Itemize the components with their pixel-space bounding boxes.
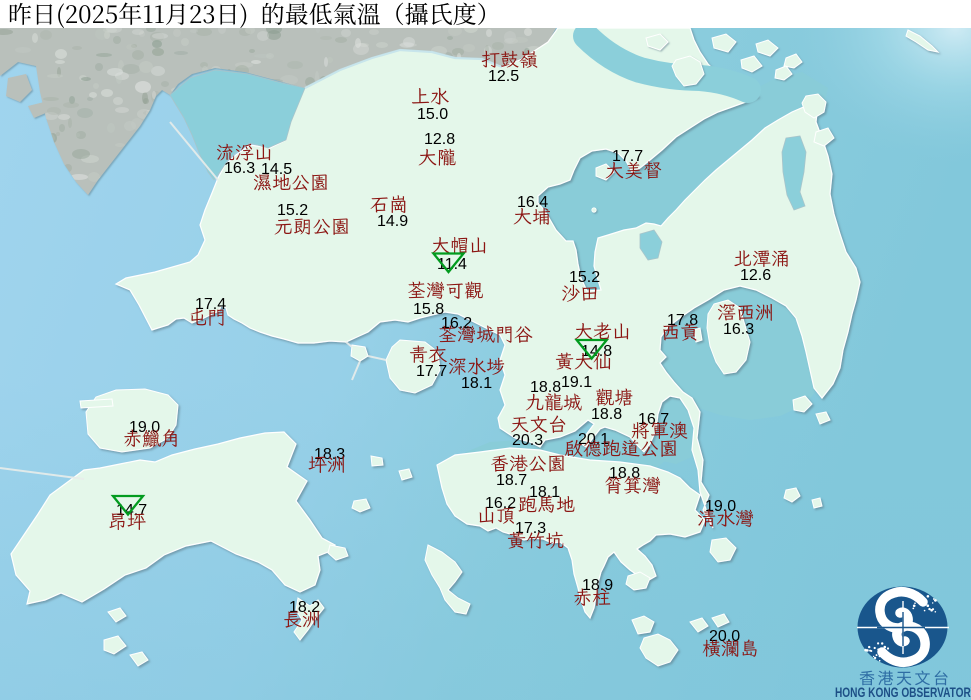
svg-text:15.2: 15.2 <box>277 202 308 219</box>
svg-text:18.1: 18.1 <box>461 375 492 392</box>
svg-text:19.0: 19.0 <box>705 498 736 515</box>
svg-text:16.3: 16.3 <box>723 321 754 338</box>
svg-text:17.7: 17.7 <box>612 148 643 165</box>
svg-text:19.1: 19.1 <box>561 374 592 391</box>
svg-text:15.2: 15.2 <box>569 269 600 286</box>
svg-text:15.0: 15.0 <box>417 106 448 123</box>
svg-text:18.1: 18.1 <box>529 484 560 501</box>
svg-text:HONG KONG OBSERVATORY: HONG KONG OBSERVATORY <box>835 685 971 700</box>
svg-text:18.2: 18.2 <box>289 599 320 616</box>
svg-text:16.2: 16.2 <box>485 495 516 512</box>
svg-text:14.9: 14.9 <box>377 213 408 230</box>
svg-text:18.8: 18.8 <box>609 465 640 482</box>
svg-text:16.3: 16.3 <box>224 160 255 177</box>
svg-text:20.3: 20.3 <box>512 432 543 449</box>
svg-text:18.3: 18.3 <box>314 446 345 463</box>
svg-text:18.8: 18.8 <box>530 379 561 396</box>
svg-text:12.6: 12.6 <box>740 267 771 284</box>
svg-text:12.8: 12.8 <box>424 131 455 148</box>
svg-text:18.7: 18.7 <box>496 472 527 489</box>
svg-text:15.8: 15.8 <box>413 301 444 318</box>
svg-text:12.5: 12.5 <box>488 68 519 85</box>
svg-text:17.7: 17.7 <box>416 363 447 380</box>
svg-text:18.8: 18.8 <box>591 406 622 423</box>
